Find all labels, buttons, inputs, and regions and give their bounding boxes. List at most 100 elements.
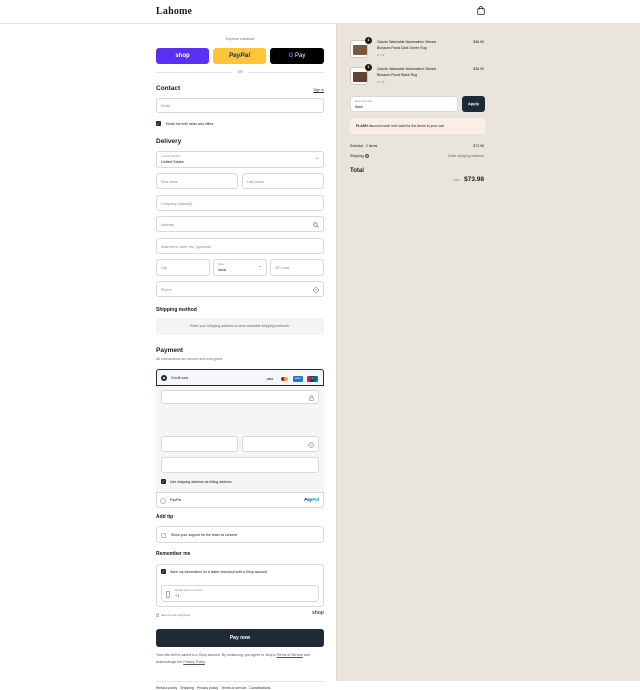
unionpay-icon: UP [307,375,318,382]
state-value: Iowa [218,267,227,272]
phone-field[interactable]: Phone ? [156,281,324,297]
address-field[interactable]: Address [156,216,324,232]
tip-checkbox[interactable] [161,532,166,538]
country-value: United States [161,159,184,164]
shipping-label: Shipping ? [350,154,369,159]
contact-heading: Contact [156,85,181,92]
shopping-bag-icon[interactable] [477,6,485,15]
radio-selected[interactable] [161,375,167,381]
svg-text:?: ? [310,443,312,447]
save-info-checkbox[interactable]: ✓ [161,569,166,574]
tip-option[interactable]: Show your support for the team at Lahome [156,526,324,543]
payment-subtitle: All transactions are secure and encrypte… [156,357,224,361]
billing-same-label: Use shipping address as billing address [170,479,232,484]
news-label: Email me with news and offers [166,121,214,126]
news-checkbox[interactable]: ✓ [156,121,161,126]
terms-of-service-link[interactable]: Terms of service [221,686,246,690]
privacy-link[interactable]: Privacy Policy [183,660,205,664]
total-value: $73.98 [464,175,484,183]
brand-logo[interactable]: Lahome [156,6,192,17]
shipping-link[interactable]: Shipping [180,686,194,690]
tip-label: Show your support for the team at Lahome [171,533,238,537]
last-name-field[interactable]: Last name [242,173,324,189]
paypal-option[interactable]: PayPal PayPal [156,493,324,508]
shop-logo: shop [312,610,324,616]
state-select[interactable]: State Iowa ⌄ [213,259,267,276]
delivery-heading: Delivery [156,138,182,145]
paypal-logo-icon: PayPal [304,496,319,502]
card-number-field[interactable] [161,390,319,404]
email-field[interactable]: Email [156,98,324,113]
footer-links: Refund policy Shipping Privacy policy Te… [156,686,270,690]
terms-link[interactable]: Terms of Service [277,653,303,657]
payment-heading: Payment [156,347,184,354]
address-placeholder: Address [161,222,175,227]
shipping-method-heading: Shipping method [156,307,197,313]
legal-text-1: Your info will be saved to a Shop accoun… [156,653,276,657]
state-label: State [218,262,225,266]
shop-pay-label: shop [175,53,190,59]
cancellations-link[interactable]: Cancellations [249,686,270,690]
radio-unselected[interactable] [160,497,166,504]
privacy-policy-link[interactable]: Privacy policy [197,686,218,690]
visa-icon: VISA [266,376,274,381]
sign-in-link[interactable]: Sign in [313,88,324,92]
apply-discount-button[interactable]: Apply [462,96,485,112]
city-placeholder: City [161,266,168,270]
chevron-down-icon: ⌄ [314,155,319,161]
tip-heading: Add tip [156,514,174,520]
total-label: Total [350,168,364,174]
google-pay-button[interactable]: G Pay [270,48,324,64]
help-circle-icon[interactable]: ? [364,154,369,159]
mobile-phone-label: Mobile phone number [175,588,203,592]
shop-pay-button[interactable]: shop [156,48,209,64]
help-circle-icon[interactable]: ? [308,442,314,448]
product-name: Claude Washable Maximalism Vibrant Blosso… [377,67,477,78]
shipping-value: Enter shipping address [448,154,484,158]
mobile-phone-field[interactable]: Mobile phone number +1 [161,585,319,602]
discount-error-code: FLASH [356,124,368,128]
google-pay-label: Pay [295,53,306,59]
lock-icon [309,395,314,401]
header: Lahome [0,0,640,24]
city-field[interactable]: City [156,259,210,276]
save-info-label: Save my information for a faster checkou… [170,569,268,574]
subtotal-label: Subtotal · 2 items [350,144,378,148]
help-circle-icon[interactable]: ? [313,287,319,293]
footer-divider [156,681,324,682]
product-price: $36.99 [473,40,484,44]
mobile-phone-icon [166,590,170,598]
security-code-field[interactable]: ? [242,436,319,452]
express-checkout-title: Express checkout [225,37,255,41]
pay-now-button[interactable]: Pay now [156,629,324,647]
product-thumbnail: 1 [350,64,372,85]
zip-placeholder: ZIP code [275,266,290,270]
product-variant: 2' x 3' [377,80,385,84]
company-field[interactable]: Company (optional) [156,195,324,211]
subtotal-value: $73.98 [473,144,484,148]
credit-card-option[interactable]: Credit card VISA AMEX UP [156,369,324,386]
search-icon [313,222,319,228]
rug-image [353,72,367,82]
expiry-field[interactable] [161,436,238,452]
last-name-placeholder: Last name [247,179,264,184]
email-placeholder: Email [161,104,170,108]
lock-icon [156,613,159,617]
discount-code-field[interactable]: Discount code flash [350,96,458,112]
country-select[interactable]: Country/Region United States ⌄ [156,151,324,168]
zip-field[interactable]: ZIP code [270,259,324,276]
phone-placeholder: Phone [161,287,172,292]
company-placeholder: Company (optional) [161,201,193,206]
product-variant: 2' x 3' [377,53,385,57]
refund-policy-link[interactable]: Refund policy [156,686,177,690]
amex-icon: AMEX [293,375,303,382]
first-name-field[interactable]: First name [156,173,238,189]
apartment-field[interactable]: Apartment, suite, etc. (optional) [156,238,324,254]
currency-code: USD [453,177,460,182]
name-on-card-field[interactable] [161,457,319,473]
mobile-phone-value: +1 [175,594,180,598]
billing-same-checkbox[interactable]: ✓ [161,479,166,484]
chevron-down-icon: ⌄ [257,263,262,269]
divider-left [156,72,232,73]
paypal-express-button[interactable]: PayPal [213,48,266,64]
